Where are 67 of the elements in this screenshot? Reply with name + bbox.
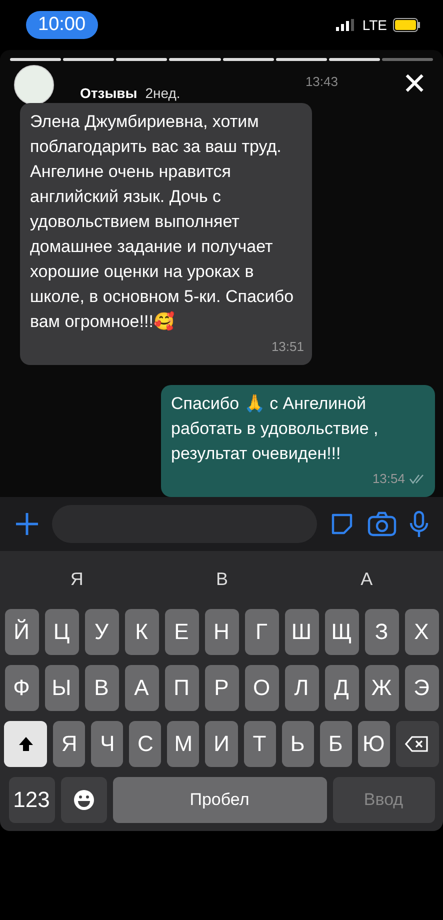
letter-key[interactable]: Ж <box>364 665 398 711</box>
message-time: 13:51 <box>271 338 304 356</box>
progress-segment <box>382 58 433 61</box>
network-label: LTE <box>362 17 387 33</box>
battery-icon <box>393 18 421 32</box>
shift-arrow-icon <box>16 735 35 753</box>
suggestion[interactable]: А <box>360 568 373 590</box>
backspace-icon <box>405 735 430 753</box>
letter-key[interactable]: Ь <box>282 721 314 767</box>
suggestion[interactable]: Я <box>70 568 84 590</box>
letter-key[interactable]: Л <box>284 665 318 711</box>
message-time: 13:54 <box>372 470 405 488</box>
plus-icon[interactable] <box>14 511 40 537</box>
letter-key[interactable]: Г <box>244 609 278 655</box>
letter-key[interactable]: Ю <box>358 721 390 767</box>
progress-segment <box>328 58 380 61</box>
numbers-key[interactable]: 123 <box>8 777 54 823</box>
message-text: Элена Джумбириевна, хотим поблагодарить вас за ваш труд. Ангелине очень нравится английский язык. Дочь с удовольствием выполняет домашнее задание и получает хорошие оценки на уроках в школе, в основном 5-ки. Спасибо вам огромное!!!🥰 <box>30 111 295 333</box>
progress-segment <box>116 58 168 61</box>
letter-key[interactable]: Я <box>53 721 86 767</box>
letter-key[interactable]: Ф <box>4 665 38 711</box>
letter-key[interactable]: Н <box>204 609 238 655</box>
progress-segment <box>10 58 62 61</box>
close-button[interactable]: ✕ <box>398 70 431 100</box>
signal-icon <box>336 19 356 31</box>
letter-key[interactable]: Е <box>164 609 198 655</box>
letter-key[interactable]: Б <box>320 721 352 767</box>
letter-key[interactable]: Т <box>244 721 276 767</box>
smiley-icon <box>72 789 94 811</box>
letter-key[interactable]: Х <box>404 609 438 655</box>
letter-key[interactable]: У <box>84 609 118 655</box>
letter-key[interactable]: Р <box>204 665 238 711</box>
letter-key[interactable]: Ы <box>44 665 78 711</box>
progress-segment <box>169 58 220 61</box>
backspace-key[interactable] <box>396 721 439 767</box>
progress-segment <box>276 58 327 61</box>
microphone-icon[interactable] <box>409 510 429 538</box>
letter-key[interactable]: С <box>129 721 162 767</box>
letter-key[interactable]: Д <box>324 665 358 711</box>
suggestion[interactable]: В <box>216 568 228 590</box>
emoji-key[interactable] <box>60 777 106 823</box>
space-key[interactable]: Пробел <box>112 777 326 823</box>
progress-segment <box>63 58 114 61</box>
message-time: 13:43 <box>305 74 338 88</box>
progress-segment <box>222 58 274 61</box>
letter-key[interactable]: Щ <box>324 609 358 655</box>
letter-key[interactable]: Ц <box>44 609 78 655</box>
letter-key[interactable]: А <box>124 665 158 711</box>
letter-key[interactable]: Й <box>4 609 38 655</box>
message-text: Спасибо 🙏 с Ангелиной работать в удовольствие , результат очевиден!!! <box>171 393 380 465</box>
letter-key[interactable]: П <box>164 665 198 711</box>
letter-key[interactable]: И <box>205 721 238 767</box>
shift-key[interactable] <box>4 721 48 767</box>
letter-key[interactable]: М <box>167 721 200 767</box>
story-name: Отзывы <box>80 85 138 101</box>
camera-icon[interactable] <box>367 511 397 537</box>
letter-key[interactable]: Э <box>404 665 438 711</box>
status-time: 10:00 <box>26 11 98 39</box>
sticker-icon[interactable] <box>329 511 355 537</box>
avatar <box>14 65 54 105</box>
story-age: 2нед. <box>145 85 180 101</box>
letter-key[interactable]: Ч <box>91 721 124 767</box>
letter-key[interactable]: З <box>364 609 398 655</box>
letter-key[interactable]: В <box>84 665 118 711</box>
letter-key[interactable]: К <box>124 609 158 655</box>
letter-key[interactable]: О <box>244 665 278 711</box>
letter-key[interactable]: Ш <box>284 609 318 655</box>
